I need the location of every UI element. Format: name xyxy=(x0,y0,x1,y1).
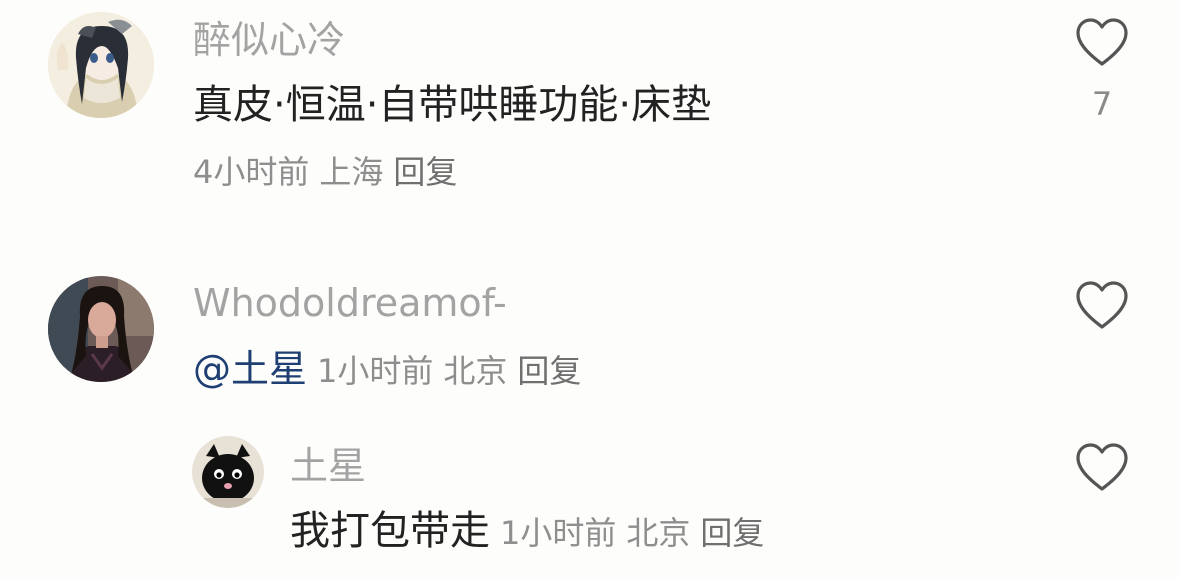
comment-meta: 4小时前 上海 回复 xyxy=(193,156,457,188)
like-count: 7 xyxy=(1091,85,1113,123)
avatar[interactable] xyxy=(192,436,264,508)
username[interactable]: Whodoldreamof- xyxy=(193,284,507,322)
reply-button[interactable]: 回复 xyxy=(517,352,581,390)
comment-time: 4小时前 xyxy=(193,153,310,191)
comment-time: 1小时前 xyxy=(317,352,434,390)
comment-time: 1小时前 xyxy=(500,514,617,552)
comment-text: 真皮·恒温·自带哄睡功能·床垫 xyxy=(193,82,712,128)
comment-reply-line: @土星 1小时前 北京 回复 xyxy=(193,350,581,388)
username[interactable]: 醉似心冷 xyxy=(193,21,345,59)
like-button[interactable] xyxy=(1074,441,1130,493)
comment-list: 醉似心冷 真皮·恒温·自带哄睡功能·床垫 4小时前 上海 回复 7 Whodol… xyxy=(0,0,1179,579)
comment-text: 我打包带走 xyxy=(290,508,490,554)
like-button[interactable] xyxy=(1074,16,1130,68)
username[interactable]: 土星 xyxy=(290,447,366,485)
heart-outline-icon xyxy=(1076,18,1128,66)
comment-location: 北京 xyxy=(626,514,691,552)
comment-location: 上海 xyxy=(319,153,384,191)
avatar[interactable] xyxy=(48,276,154,382)
comment-body-line: 我打包带走 1小时前 北京 回复 xyxy=(290,511,764,551)
reply-button[interactable]: 回复 xyxy=(393,153,457,191)
heart-outline-icon xyxy=(1076,281,1128,329)
like-button[interactable] xyxy=(1074,279,1130,331)
heart-outline-icon xyxy=(1076,443,1128,491)
reply-button[interactable]: 回复 xyxy=(700,514,764,552)
avatar[interactable] xyxy=(48,12,154,118)
mention-link[interactable]: @土星 xyxy=(193,347,307,391)
comment-location: 北京 xyxy=(443,352,508,390)
